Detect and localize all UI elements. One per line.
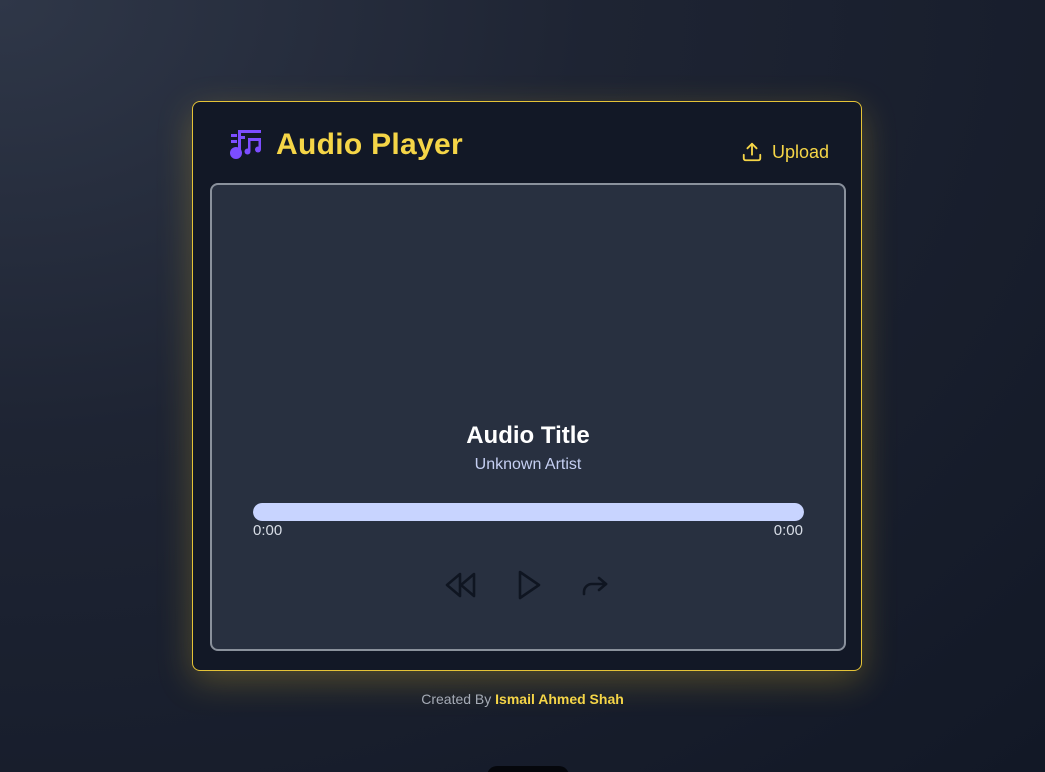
play-button[interactable] (511, 570, 547, 604)
rewind-icon (444, 570, 478, 605)
upload-icon (741, 141, 763, 163)
play-icon (515, 569, 543, 606)
app-title: Audio Player (276, 128, 463, 161)
forward-icon (580, 572, 610, 603)
total-time: 0:00 (773, 522, 803, 539)
track-title: Audio Title (466, 422, 590, 449)
current-time: 0:00 (253, 522, 283, 539)
rewind-button[interactable] (443, 570, 479, 604)
playback-controls (212, 570, 844, 604)
author-link[interactable]: Ismail Ahmed Shah (495, 691, 624, 707)
player-panel: Audio Title Unknown Artist 0:00 0:00 (210, 183, 846, 651)
player-header: Audio Player Upload (193, 102, 861, 184)
footer-prefix: Created By (421, 691, 492, 707)
forward-button[interactable] (577, 570, 613, 604)
music-notes-icon (229, 128, 263, 162)
progress-fill (253, 503, 804, 521)
bottom-bar-fragment (487, 766, 569, 772)
upload-button[interactable]: Upload (741, 140, 829, 164)
audio-player-card: Audio Player Upload Audio Title Unknown … (192, 101, 862, 671)
upload-label: Upload (771, 142, 829, 162)
track-artist: Unknown Artist (474, 456, 582, 473)
progress-bar[interactable] (253, 503, 804, 521)
footer-credit: Created By Ismail Ahmed Shah (0, 690, 1045, 708)
